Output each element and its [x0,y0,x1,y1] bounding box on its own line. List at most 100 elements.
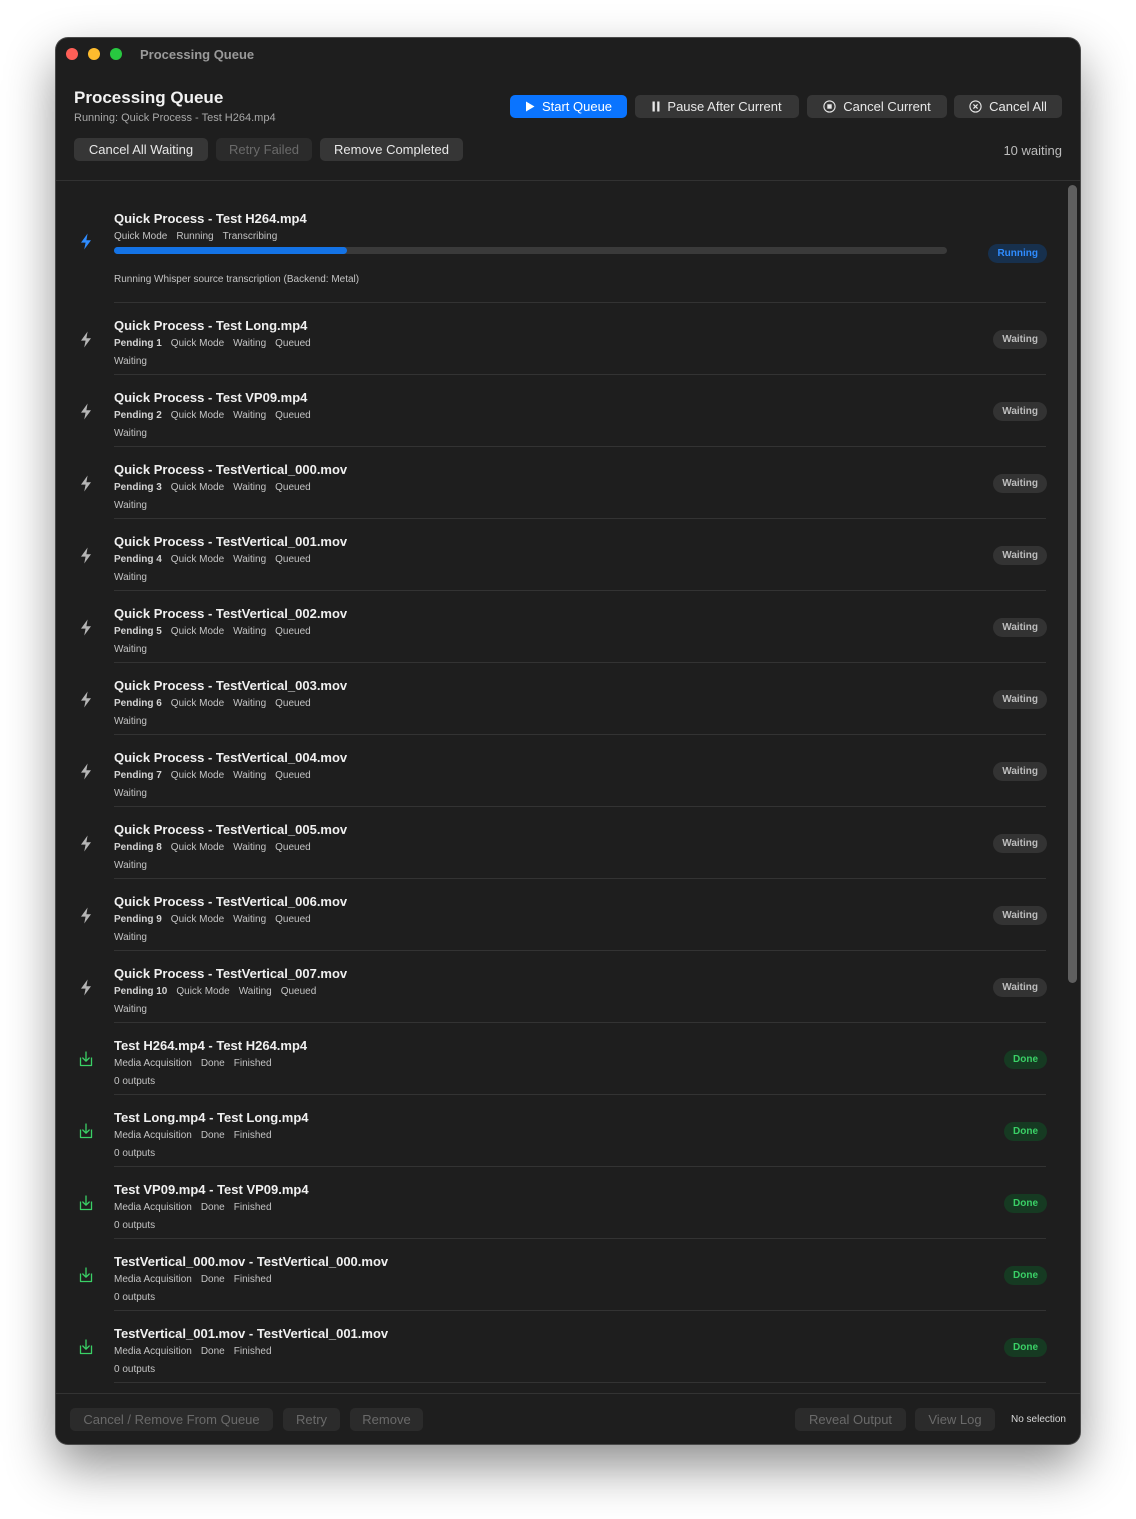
job-tag: Finished [233,1130,272,1141]
progress-bar [114,247,947,254]
job-title: Quick Process - TestVertical_004.mov [114,750,348,765]
job-detail: 0 outputs [114,1292,156,1303]
job-meta: Pending 9 Quick Mode Waiting Queued [114,914,320,925]
queue-row[interactable]: Test VP09.mp4 - Test VP09.mp4 Media Acqui… [56,1167,1056,1239]
job-tag: Waiting [238,986,272,997]
queue-list[interactable]: Quick Process - Test H264.mp4 Quick Mode R… [56,181,1080,1393]
queue-row[interactable]: TestVertical_000.mov - TestVertical_000.… [56,1239,1056,1311]
pending-position: Pending 6 [114,698,162,709]
minimize-window-button[interactable] [88,48,100,60]
bolt-icon [78,591,94,663]
cancel-remove-from-queue-button[interactable]: Cancel / Remove From Queue [70,1408,273,1431]
queue-row[interactable]: TestVertical_001.mov - TestVertical_001.… [56,1311,1056,1383]
job-tag: Waiting [233,626,267,637]
pause-after-current-label: Pause After Current [667,99,782,114]
job-tag: Quick Mode [114,231,168,242]
pending-position: Pending 8 [114,842,162,853]
window-title: Processing Queue [140,47,255,62]
job-detail: Waiting [114,860,147,871]
status-badge: Running [988,244,1047,263]
job-tag: Queued [275,482,311,493]
queue-row[interactable]: Quick Process - TestVertical_004.mov Pend… [56,735,1056,807]
x-circle-icon [969,100,982,113]
job-detail: 0 outputs [114,1148,156,1159]
footer-bar: Cancel / Remove From Queue Retry Remove … [56,1393,1080,1444]
job-meta: Pending 7 Quick Mode Waiting Queued [114,770,320,781]
remove-button[interactable]: Remove [350,1408,423,1431]
cancel-current-button[interactable]: Cancel Current [807,95,947,118]
job-title: Quick Process - Test H264.mp4 [114,211,307,226]
job-tag: Done [200,1274,225,1285]
job-tag: Quick Mode [170,914,225,925]
queue-row[interactable]: Quick Process - TestVertical_005.mov Pend… [56,807,1056,879]
job-tag: Done [200,1130,225,1141]
queue-row[interactable]: Quick Process - TestVertical_002.mov Pend… [56,591,1056,663]
status-badge: Waiting [993,402,1047,421]
pending-position: Pending 1 [114,338,162,349]
pending-position: Pending 9 [114,914,162,925]
pending-position: Pending 2 [114,410,162,421]
job-meta: Pending 8 Quick Mode Waiting Queued [114,842,320,853]
job-meta: Pending 3 Quick Mode Waiting Queued [114,482,320,493]
close-window-button[interactable] [66,48,78,60]
bolt-icon [78,303,94,375]
cancel-all-button[interactable]: Cancel All [954,95,1062,118]
status-badge: Done [1004,1266,1047,1285]
job-tag: Done [200,1058,225,1069]
bolt-icon [78,375,94,447]
job-tag: Quick Mode [170,698,225,709]
scrollbar-thumb[interactable] [1068,185,1077,983]
job-tag: Quick Mode [170,482,225,493]
job-title: Quick Process - Test VP09.mp4 [114,390,308,405]
pending-position: Pending 10 [114,986,168,997]
job-tag: Queued [275,770,311,781]
job-meta: Pending 4 Quick Mode Waiting Queued [114,554,320,565]
pause-after-current-button[interactable]: Pause After Current [635,95,799,118]
view-log-button[interactable]: View Log [915,1408,995,1431]
status-badge: Done [1004,1050,1047,1069]
job-meta: Pending 2 Quick Mode Waiting Queued [114,410,320,421]
job-meta: Pending 5 Quick Mode Waiting Queued [114,626,320,637]
queue-row[interactable]: Quick Process - Test H264.mp4 Quick Mode R… [56,196,1056,303]
job-title: Test H264.mp4 - Test H264.mp4 [114,1038,308,1053]
pending-position: Pending 4 [114,554,162,565]
start-queue-button[interactable]: Start Queue [510,95,627,118]
cancel-all-label: Cancel All [989,99,1047,114]
pending-position: Pending 7 [114,770,162,781]
job-tag: Finished [233,1274,272,1285]
job-title: Quick Process - TestVertical_001.mov [114,534,348,549]
processing-queue-window: Processing Queue Processing Queue Runnin… [56,38,1080,1444]
job-tag: Queued [275,842,311,853]
queue-row[interactable]: Quick Process - Test Long.mp4 Pending 1 Qu… [56,303,1056,375]
status-badge: Waiting [993,834,1047,853]
bolt-icon [78,663,94,735]
job-detail: Waiting [114,500,147,511]
status-badge: Waiting [993,762,1047,781]
queue-row[interactable]: Quick Process - TestVertical_003.mov Pend… [56,663,1056,735]
retry-failed-button[interactable]: Retry Failed [216,138,312,161]
job-tag: Waiting [233,770,267,781]
job-tag: Waiting [233,410,267,421]
queue-row[interactable]: Quick Process - Test VP09.mp4 Pending 2 Qu… [56,375,1056,447]
queue-row[interactable]: TestVertical_002.mov - TestVertical_002.… [56,1383,1056,1393]
job-title: TestVertical_001.mov - TestVertical_001.… [114,1326,389,1341]
cancel-all-waiting-button[interactable]: Cancel All Waiting [74,138,208,161]
queue-row[interactable]: Test H264.mp4 - Test H264.mp4 Media Acqui… [56,1023,1056,1095]
zoom-window-button[interactable] [110,48,122,60]
retry-button[interactable]: Retry [283,1408,340,1431]
pending-position: Pending 3 [114,482,162,493]
reveal-output-button[interactable]: Reveal Output [795,1408,906,1431]
queue-row[interactable]: Test Long.mp4 - Test Long.mp4 Media Acqui… [56,1095,1056,1167]
job-detail: Running Whisper source transcription (Ba… [114,274,360,285]
job-detail: 0 outputs [114,1220,156,1231]
job-tag: Queued [275,914,311,925]
queue-row[interactable]: Quick Process - TestVertical_007.mov Pend… [56,951,1056,1023]
remove-completed-button[interactable]: Remove Completed [320,138,463,161]
queue-row[interactable]: Quick Process - TestVertical_006.mov Pend… [56,879,1056,951]
queue-row[interactable]: Quick Process - TestVertical_000.mov Pend… [56,447,1056,519]
job-tag: Queued [275,410,311,421]
job-meta: Media Acquisition Done Finished [114,1274,281,1285]
job-tag: Media Acquisition [114,1058,192,1069]
job-title: Test VP09.mp4 - Test VP09.mp4 [114,1182,309,1197]
queue-row[interactable]: Quick Process - TestVertical_001.mov Pend… [56,519,1056,591]
